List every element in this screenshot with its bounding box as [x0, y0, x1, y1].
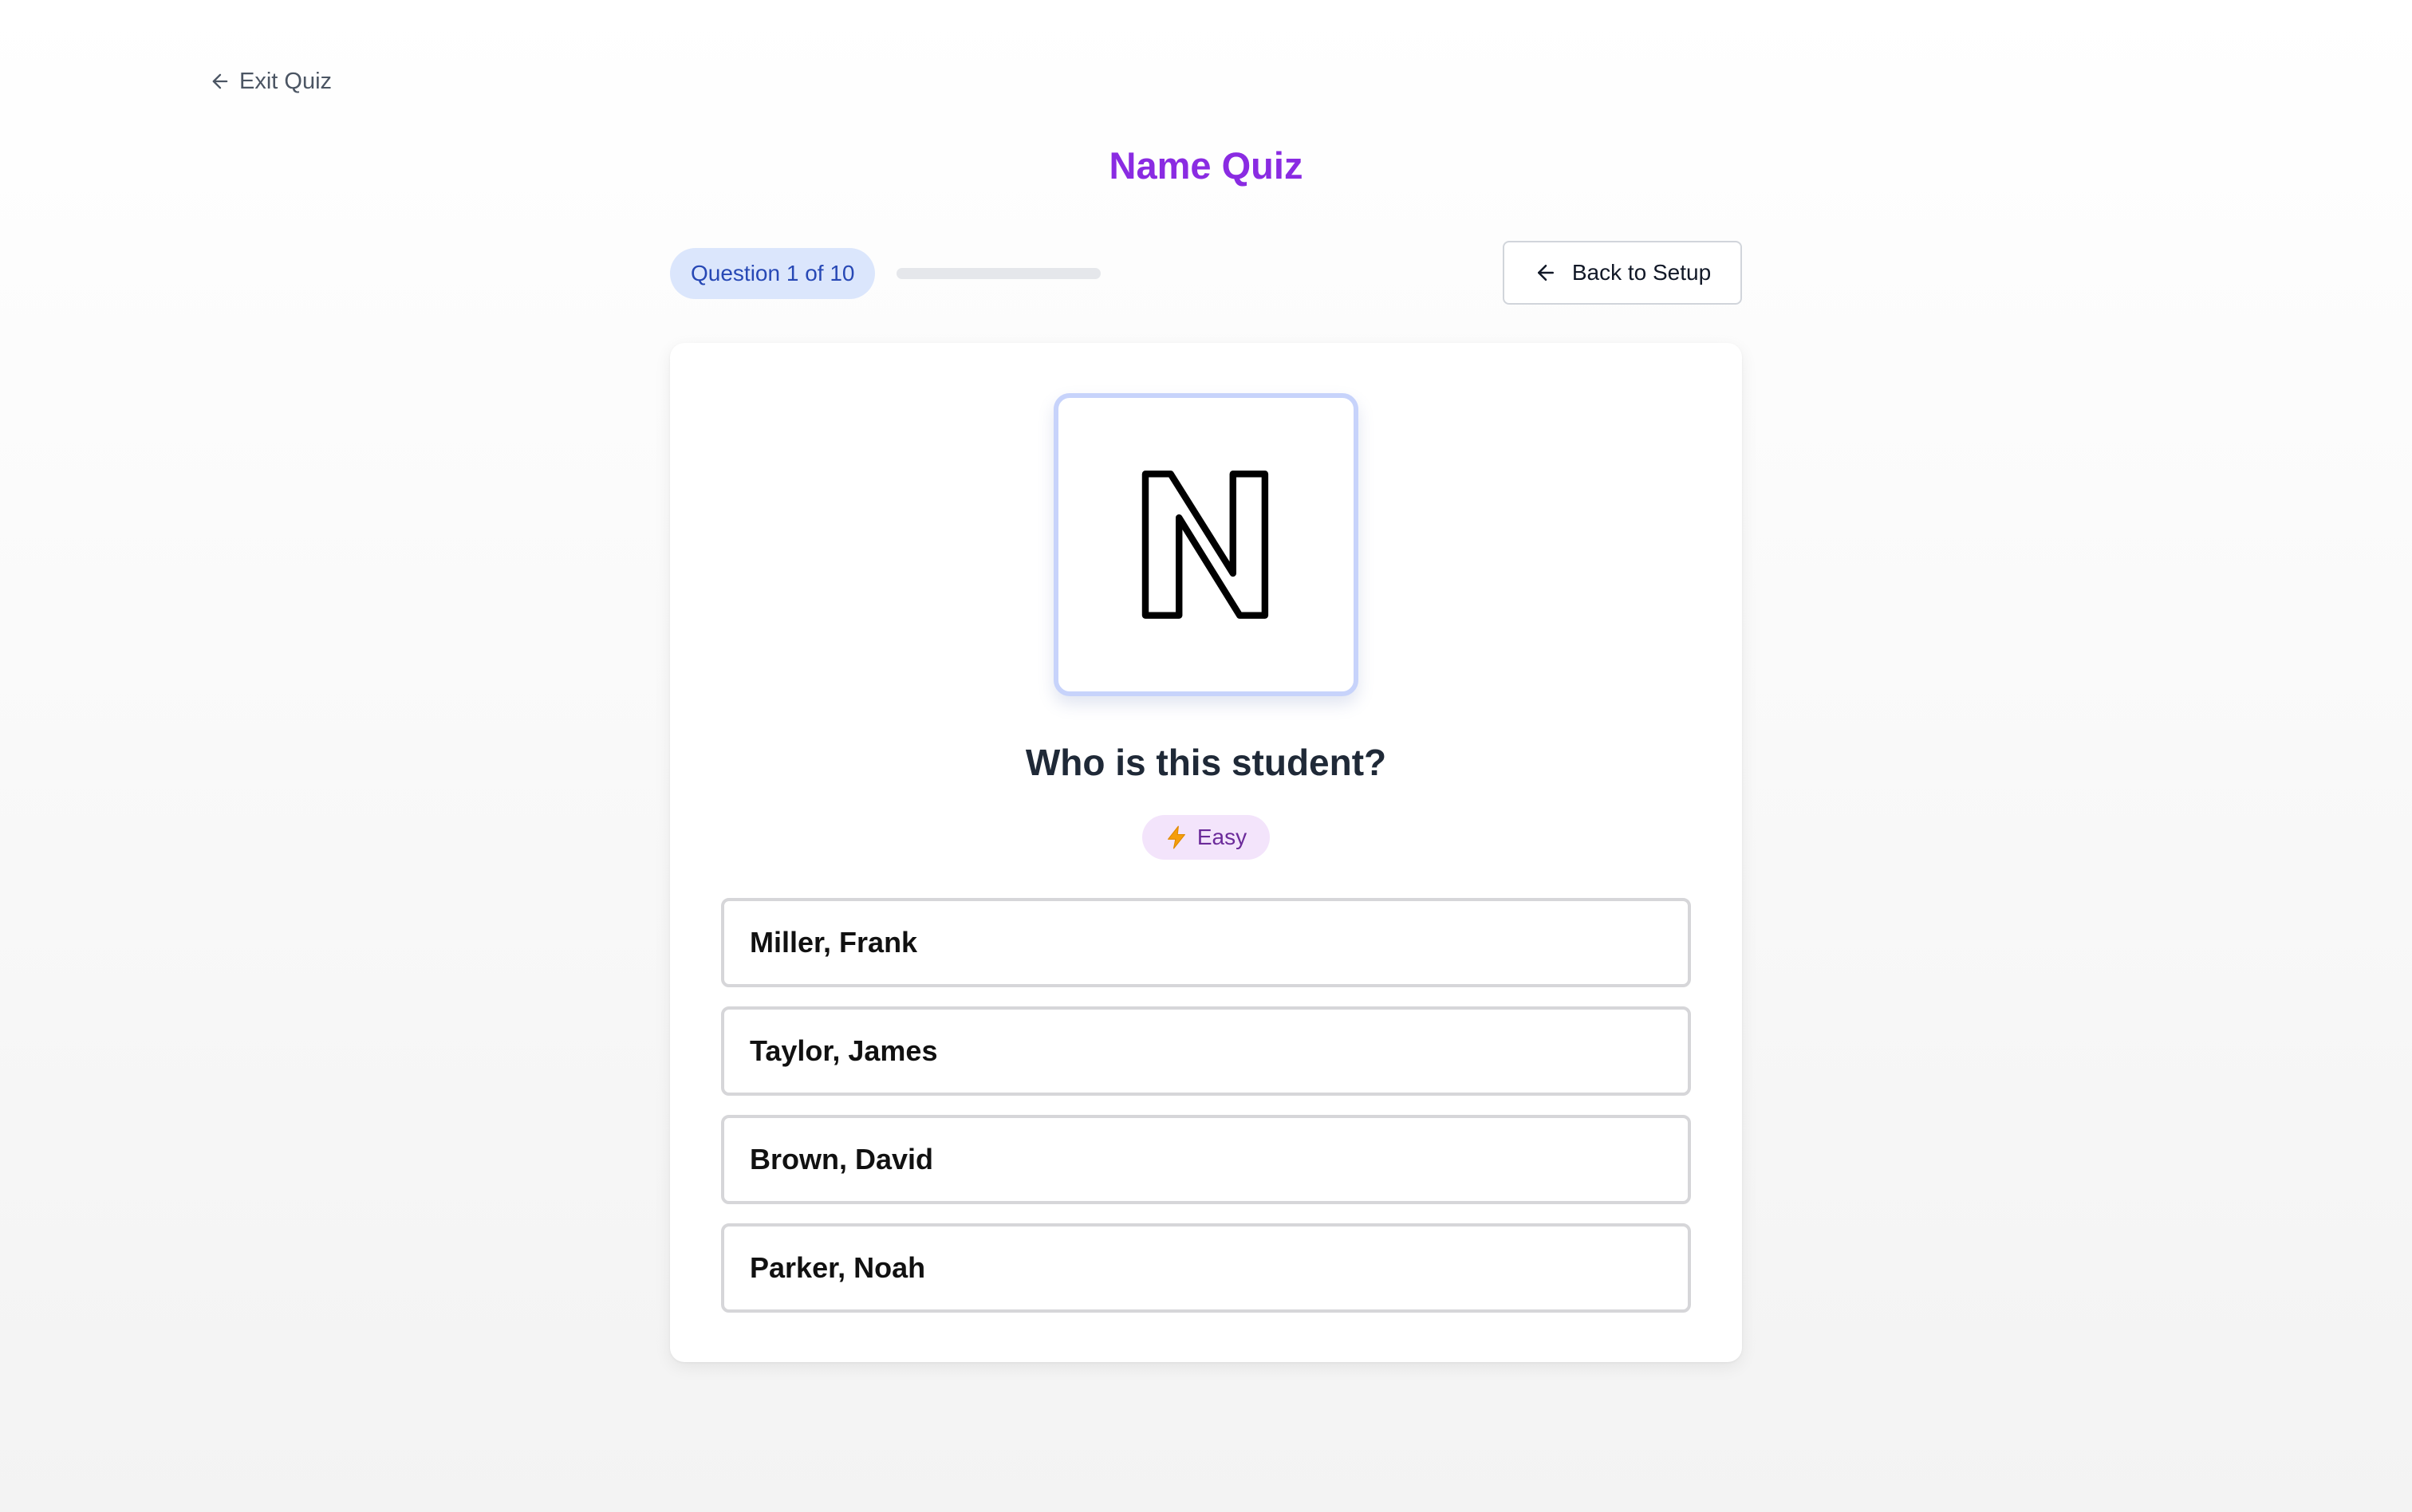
- arrow-left-icon: [212, 73, 228, 89]
- answer-option[interactable]: Miller, Frank: [721, 898, 1691, 987]
- difficulty-badge: Easy: [1142, 815, 1270, 860]
- arrow-left-icon: [1537, 265, 1554, 281]
- question-card: Who is this student? Easy Miller, Frank …: [670, 343, 1742, 1362]
- exit-quiz-link[interactable]: Exit Quiz: [209, 64, 332, 99]
- answer-option[interactable]: Taylor, James: [721, 1006, 1691, 1096]
- page-title: Name Quiz: [1109, 144, 1303, 187]
- question-counter-badge: Question 1 of 10: [670, 248, 876, 299]
- question-prompt: Who is this student?: [1025, 742, 1387, 783]
- back-to-setup-label: Back to Setup: [1571, 260, 1712, 285]
- lightning-icon: [1167, 825, 1185, 849]
- progress-bar: [897, 268, 1101, 279]
- difficulty-label: Easy: [1196, 825, 1247, 849]
- progress-row: Question 1 of 10 Back to Setup: [670, 241, 1742, 305]
- letter-n-outline-icon: [1141, 471, 1269, 619]
- answer-option[interactable]: Parker, Noah: [721, 1223, 1691, 1313]
- answer-options: Miller, Frank Taylor, James Brown, David…: [721, 898, 1691, 1332]
- exit-quiz-label: Exit Quiz: [239, 68, 333, 94]
- student-photo: [1054, 393, 1358, 696]
- answer-option[interactable]: Brown, David: [721, 1115, 1691, 1204]
- back-to-setup-button[interactable]: Back to Setup: [1503, 241, 1742, 305]
